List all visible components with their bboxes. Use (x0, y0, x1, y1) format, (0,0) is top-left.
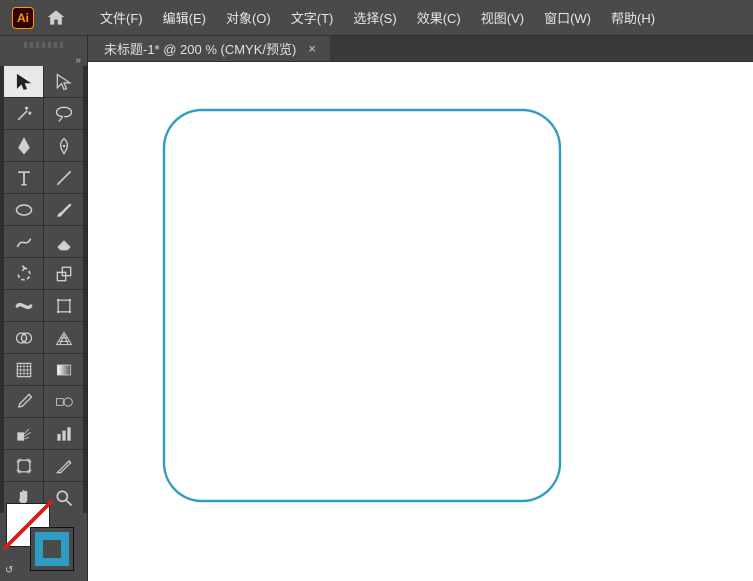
magic-wand-icon (14, 104, 34, 124)
stroke-swatch-inner (35, 532, 69, 566)
rotate-icon (14, 264, 34, 284)
gradient-tool[interactable] (44, 354, 83, 385)
curvature-icon (54, 136, 74, 156)
mesh-tool[interactable] (4, 354, 43, 385)
ellipse-tool[interactable] (4, 194, 43, 225)
width-tool[interactable] (4, 290, 43, 321)
swap-fill-stroke-icon[interactable]: ↺ (5, 565, 13, 576)
eraser-icon (54, 232, 74, 252)
free-transform-tool[interactable] (44, 290, 83, 321)
shaper-tool[interactable] (4, 226, 43, 257)
scale-tool[interactable] (44, 258, 83, 289)
eyedropper-tool[interactable] (4, 386, 43, 417)
menu-select[interactable]: 选择(S) (343, 0, 406, 35)
slice-icon (54, 456, 74, 476)
tool-grid (0, 66, 87, 513)
menu-type[interactable]: 文字(T) (281, 0, 344, 35)
rotate-tool[interactable] (4, 258, 43, 289)
shape-builder-tool[interactable] (4, 322, 43, 353)
free-transform-icon (54, 296, 74, 316)
line-segment-tool[interactable] (44, 162, 83, 193)
shaper-icon (14, 232, 34, 252)
pen-tool[interactable] (4, 130, 43, 161)
slice-tool[interactable] (44, 450, 83, 481)
menubar: Ai 文件(F) 编辑(E) 对象(O) 文字(T) 选择(S) 效果(C) 视… (0, 0, 753, 36)
canvas-artwork[interactable] (162, 108, 562, 503)
toolbox-flyout[interactable]: » (0, 54, 87, 66)
menu-file[interactable]: 文件(F) (90, 0, 153, 35)
home-button[interactable] (42, 4, 70, 32)
width-icon (14, 296, 34, 316)
lasso-icon (54, 104, 74, 124)
paintbrush-tool[interactable] (44, 194, 83, 225)
menu-items: 文件(F) 编辑(E) 对象(O) 文字(T) 选择(S) 效果(C) 视图(V… (90, 0, 665, 35)
symbol-sprayer-tool[interactable] (4, 418, 43, 449)
scale-icon (54, 264, 74, 284)
panel-gripper[interactable] (0, 36, 87, 54)
fill-stroke-swatches: ↺ (6, 503, 78, 575)
blend-tool[interactable] (44, 386, 83, 417)
selection-tool[interactable] (4, 66, 43, 97)
column-graph-tool[interactable] (44, 418, 83, 449)
perspective-grid-tool[interactable] (44, 322, 83, 353)
eyedropper-icon (14, 392, 34, 412)
stroke-swatch[interactable] (30, 527, 74, 571)
column-graph-icon (54, 424, 74, 444)
eraser-tool[interactable] (44, 226, 83, 257)
menu-object[interactable]: 对象(O) (216, 0, 281, 35)
artboard-icon (14, 456, 34, 476)
mesh-icon (14, 360, 34, 380)
document-tab-bar: 未标题-1* @ 200 % (CMYK/预览) × (88, 36, 753, 62)
blend-icon (54, 392, 74, 412)
menu-edit[interactable]: 编辑(E) (153, 0, 216, 35)
menu-view[interactable]: 视图(V) (471, 0, 534, 35)
direct-selection-icon (54, 72, 74, 92)
artboard-tool[interactable] (4, 450, 43, 481)
perspective-grid-icon (54, 328, 74, 348)
menu-window[interactable]: 窗口(W) (534, 0, 601, 35)
line-icon (54, 168, 74, 188)
symbol-sprayer-icon (14, 424, 34, 444)
selection-icon (14, 72, 34, 92)
close-icon[interactable]: × (308, 41, 316, 56)
direct-selection-tool[interactable] (44, 66, 83, 97)
home-icon (46, 8, 66, 28)
rounded-rectangle-shape (162, 108, 562, 503)
type-icon (14, 168, 34, 188)
curvature-tool[interactable] (44, 130, 83, 161)
lasso-tool[interactable] (44, 98, 83, 129)
workspace[interactable] (88, 62, 753, 581)
app-logo[interactable]: Ai (12, 7, 34, 29)
shape-builder-icon (14, 328, 34, 348)
document-tab[interactable]: 未标题-1* @ 200 % (CMYK/预览) × (88, 35, 330, 61)
type-tool[interactable] (4, 162, 43, 193)
menu-effect[interactable]: 效果(C) (407, 0, 471, 35)
document-tab-title: 未标题-1* @ 200 % (CMYK/预览) (104, 39, 296, 58)
chevron-right-icon: » (75, 55, 81, 66)
toolbox-panel: » (0, 36, 88, 581)
gradient-icon (54, 360, 74, 380)
magic-wand-tool[interactable] (4, 98, 43, 129)
ellipse-icon (14, 200, 34, 220)
paintbrush-icon (54, 200, 74, 220)
menu-help[interactable]: 帮助(H) (601, 0, 665, 35)
pen-icon (14, 136, 34, 156)
